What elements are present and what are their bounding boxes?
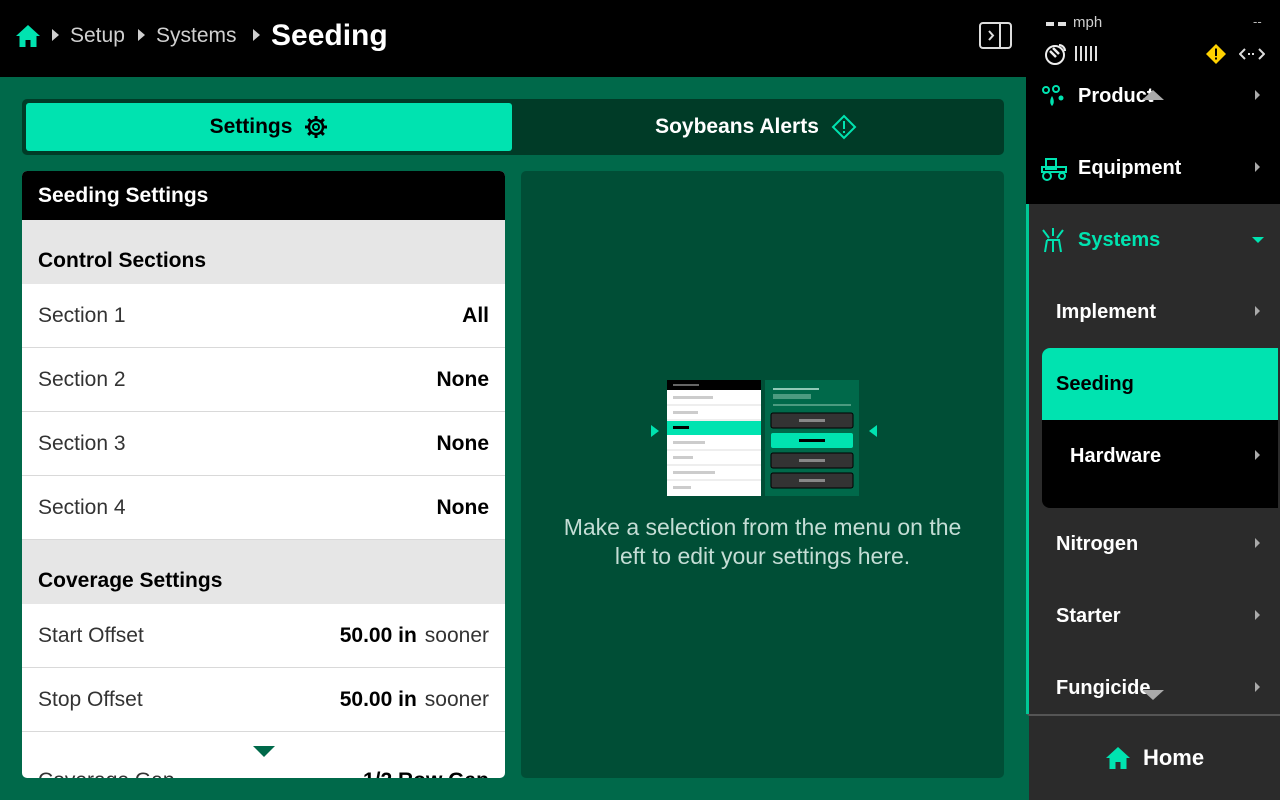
home-icon [1105,747,1130,769]
speed-dash [1058,22,1066,26]
setting-label: Section 4 [38,495,126,519]
nav-label: Implement [1056,300,1157,323]
setting-label: Coverage Gap [38,769,175,778]
side-nav: Product Equipment Systems Implement Seed… [1026,77,1280,714]
setting-value-group: 50.00 in sooner [340,688,489,712]
nav-item-equipment[interactable]: Equipment [1026,132,1280,204]
setting-row-section-1[interactable]: Section 1 All [22,284,505,348]
setting-row-section-2[interactable]: Section 2 None [22,348,505,412]
nav-scroll-up-icon[interactable] [1142,90,1164,100]
setting-value: 1/2 Row Gap [363,769,489,778]
chevron-right-icon [1255,162,1260,172]
setting-value: None [436,495,490,519]
top-bar: Setup Systems Seeding [0,0,1026,77]
setting-label: Section 2 [38,367,126,391]
setting-value: None [436,367,490,391]
setting-row-coverage-gap[interactable]: Coverage Gap 1/2 Row Gap [22,732,505,778]
nav-label: Starter [1056,604,1121,627]
nav-item-starter[interactable]: Starter [1026,580,1280,652]
setting-value: All [462,303,489,327]
status-readout: -- [1253,14,1262,29]
empty-state-message: Make a selection from the menu on the le… [563,514,962,569]
settings-list: Seeding Settings Control Sections Sectio… [22,171,505,778]
tab-bar: Settings Soybeans Alerts [22,99,1004,155]
setting-unit: sooner [424,623,489,647]
chevron-right-icon [1255,306,1260,316]
nav-label: Hardware [1070,444,1162,467]
nav-scroll-down-icon[interactable] [1142,690,1164,700]
scroll-down-icon[interactable] [253,746,275,757]
chevron-right-icon [52,29,59,41]
tab-settings-label: Settings [209,115,293,138]
tab-alerts-label: Soybeans Alerts [655,115,819,138]
tab-alerts[interactable]: Soybeans Alerts [512,103,1000,151]
setting-row-section-3[interactable]: Section 3 None [22,412,505,476]
setting-label: Section 1 [38,303,126,327]
nav-item-seeding[interactable]: Seeding [1042,348,1278,420]
detail-panel: Make a selection from the menu on the le… [521,171,1004,778]
breadcrumb-systems[interactable]: Systems [156,0,237,72]
home-button[interactable]: Home [1026,714,1280,800]
setting-row-stop-offset[interactable]: Stop Offset 50.00 in sooner [22,668,505,732]
setting-label: Section 3 [38,431,126,455]
nav-label: Systems [1078,228,1161,251]
setting-label: Start Offset [38,623,144,647]
tab-settings[interactable]: Settings [26,103,512,151]
systems-icon [1042,228,1064,253]
setting-value-group: 50.00 in sooner [340,624,489,648]
gear-icon [305,116,328,138]
section-header-control: Control Sections [22,220,505,284]
setting-row-start-offset[interactable]: Start Offset 50.00 in sooner [22,604,505,668]
breadcrumb-setup[interactable]: Setup [70,0,125,72]
panel-toggle-icon[interactable] [979,22,1012,49]
nav-label: Equipment [1078,156,1182,179]
setting-value: 50.00 in [339,623,417,647]
settings-list-title: Seeding Settings [22,171,505,220]
page-title: Seeding [271,19,388,52]
home-icon[interactable] [15,23,41,49]
setting-row-section-4[interactable]: Section 4 None [22,476,505,540]
nav-label: Fungicide [1056,676,1151,699]
setting-value: 50.00 in [339,687,417,711]
alert-diamond-icon [831,114,857,140]
chevron-right-icon [1255,90,1260,100]
nav-item-nitrogen[interactable]: Nitrogen [1026,508,1280,580]
section-header-coverage: Coverage Settings [22,540,505,604]
nav-item-implement[interactable]: Implement [1026,276,1280,348]
setting-value: None [436,431,490,455]
chevron-right-icon [1255,682,1260,692]
chevron-right-icon [253,29,260,41]
chevron-right-icon [1255,450,1260,460]
chevron-right-icon [138,29,145,41]
chevron-down-icon [1252,237,1264,243]
speed-dash [1046,22,1054,26]
nav-label: Nitrogen [1056,532,1139,555]
nav-item-systems[interactable]: Systems [1026,204,1280,276]
signal-bars [1075,46,1097,61]
chevron-right-icon [1255,538,1260,548]
setting-unit: sooner [424,687,489,711]
home-label: Home [1142,745,1205,770]
main-content: Settings Soybeans Alerts Seeding Setting… [0,77,1026,800]
setting-label: Stop Offset [38,687,143,711]
speed-unit: mph [1073,14,1103,31]
tractor-icon [1041,158,1067,181]
selection-illustration-icon [651,380,877,496]
product-icon [1042,85,1064,106]
chevron-right-icon [1255,610,1260,620]
nav-label: Seeding [1056,372,1134,395]
nav-item-hardware[interactable]: Hardware [1042,420,1278,492]
